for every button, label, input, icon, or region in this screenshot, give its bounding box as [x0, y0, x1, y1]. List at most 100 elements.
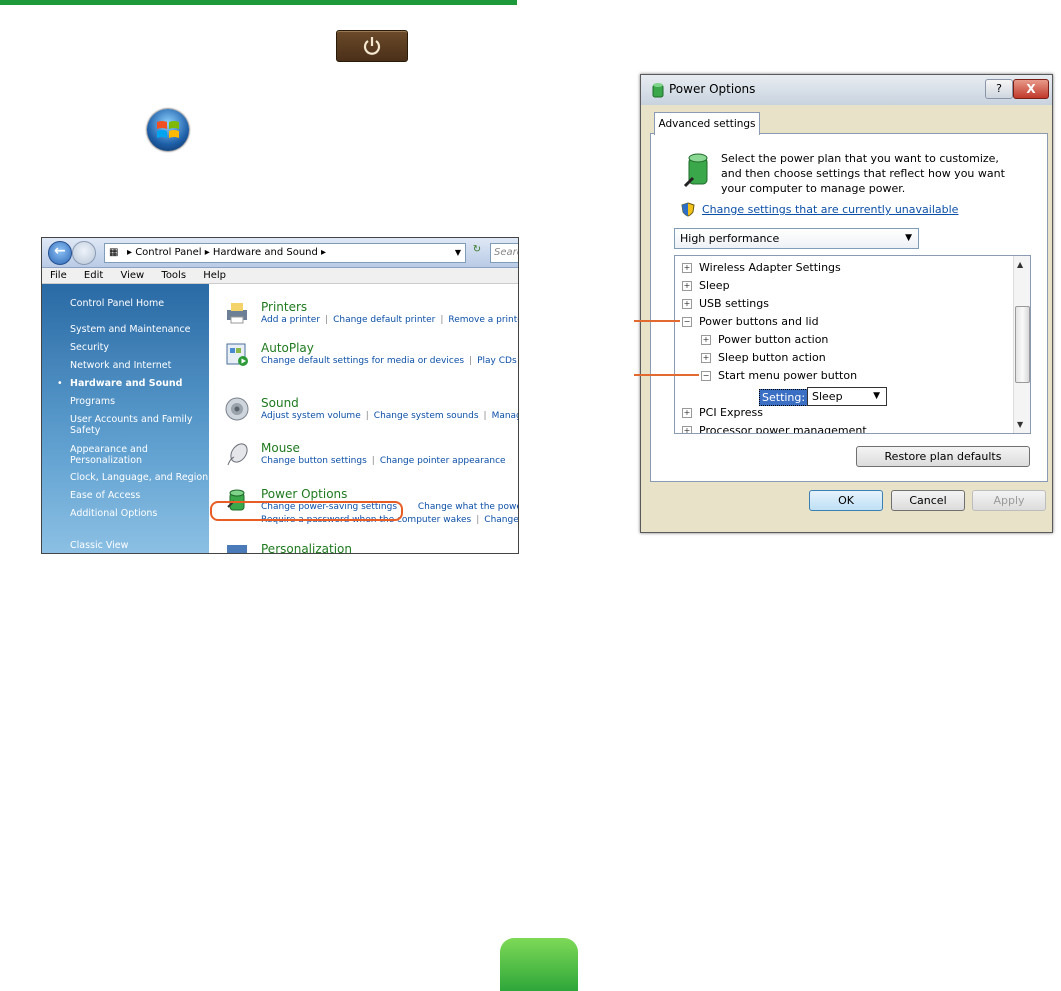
menu-help[interactable]: Help [203, 270, 226, 281]
advanced-settings-panel: Select the power plan that you want to c… [650, 133, 1048, 482]
restore-plan-defaults-button[interactable]: Restore plan defaults [856, 446, 1030, 467]
tree-item-power-buttons-lid[interactable]: − Power buttons and lid [682, 315, 819, 328]
change-default-printer-link[interactable]: Change default printer [333, 315, 435, 325]
chevron-down-icon: ▼ [905, 233, 912, 243]
tree-item-sleep[interactable]: + Sleep [682, 279, 730, 292]
tab-advanced-settings[interactable]: Advanced settings [654, 112, 760, 135]
expand-icon: + [701, 353, 711, 363]
intro-text: Select the power plan that you want to c… [721, 152, 1005, 195]
cancel-button[interactable]: Cancel [891, 490, 965, 511]
ok-button[interactable]: OK [809, 490, 883, 511]
sidebar-item-hardware[interactable]: Hardware and Sound [70, 378, 182, 389]
breadcrumb-hardware-sound[interactable]: Hardware and Sound [213, 247, 318, 258]
collapse-icon: − [701, 371, 711, 381]
scroll-down-icon: ▼ [1017, 420, 1024, 429]
autoplay-links: Change default settings for media or dev… [261, 356, 518, 366]
play-cds-link[interactable]: Play CDs or [477, 356, 518, 366]
settings-tree: + Wireless Adapter Settings + Sleep + USB s… [674, 255, 1031, 434]
expand-icon: + [701, 335, 711, 345]
close-button[interactable]: X [1013, 79, 1049, 99]
remove-printer-link[interactable]: Remove a printe [448, 315, 518, 325]
tree-item-start-menu-power-button[interactable]: − Start menu power button [701, 369, 857, 382]
mouse-title[interactable]: Mouse [261, 441, 300, 455]
help-button[interactable]: ? [985, 79, 1013, 99]
personalization-title[interactable]: Personalization [261, 542, 352, 553]
setting-select[interactable]: Sleep ▼ [807, 387, 887, 406]
highlight-outline [210, 501, 403, 521]
adjust-volume-link[interactable]: Adjust system volume [261, 411, 361, 421]
menu-bar: File Edit View Tools Help [42, 268, 518, 284]
power-icon [363, 37, 381, 55]
top-green-bar [0, 0, 517, 5]
power-plan-value: High performance [680, 232, 780, 245]
scroll-thumb[interactable] [1015, 306, 1030, 383]
power-options-title[interactable]: Power Options [261, 487, 347, 501]
mouse-icon [227, 443, 248, 466]
autoplay-defaults-link[interactable]: Change default settings for media or dev… [261, 356, 464, 366]
collapse-icon: − [682, 317, 692, 327]
sidebar-item-network[interactable]: Network and Internet [70, 360, 171, 371]
power-plan-select[interactable]: High performance ▼ [674, 228, 919, 249]
menu-edit[interactable]: Edit [84, 270, 103, 281]
sidebar-item-ease[interactable]: Ease of Access [70, 490, 140, 501]
selected-bullet: • [57, 378, 63, 389]
address-bar-area: ← ▦ ▸ Control Panel ▸ Hardware and Sound… [42, 238, 518, 268]
sidebar-item-additional[interactable]: Additional Options [70, 508, 157, 519]
sidebar-classic-view[interactable]: Classic View [70, 540, 128, 551]
battery-plug-icon [683, 153, 708, 188]
refresh-icon[interactable]: ↻ [468, 244, 486, 260]
sidebar-item-system[interactable]: System and Maintenance [70, 324, 191, 335]
breadcrumb-control-panel[interactable]: Control Panel [135, 247, 201, 258]
setting-label: Setting: [759, 389, 809, 406]
personalization-icon [227, 545, 247, 553]
expand-icon: + [682, 426, 692, 434]
sidebar: Control Panel Home System and Maintenanc… [42, 284, 209, 553]
printer-icon [227, 303, 247, 324]
back-button[interactable]: ← [48, 241, 72, 265]
search-input[interactable]: Search [490, 243, 518, 263]
tree-item-wireless[interactable]: + Wireless Adapter Settings [682, 261, 841, 274]
printers-title[interactable]: Printers [261, 300, 307, 314]
sidebar-item-programs[interactable]: Programs [70, 396, 115, 407]
tree-item-power-button-action[interactable]: + Power button action [701, 333, 828, 346]
sound-title[interactable]: Sound [261, 396, 299, 410]
tree-scrollbar[interactable]: ▲ ▼ [1013, 256, 1030, 433]
add-printer-link[interactable]: Add a printer [261, 315, 320, 325]
dialog-title: Power Options [669, 82, 756, 96]
pointer-appearance-link[interactable]: Change pointer appearance [380, 456, 506, 466]
uac-shield-icon [681, 202, 695, 217]
autoplay-title[interactable]: AutoPlay [261, 341, 314, 355]
chevron-down-icon[interactable]: ▼ [455, 244, 461, 262]
scroll-up-icon: ▲ [1017, 260, 1024, 269]
tree-item-usb[interactable]: + USB settings [682, 297, 769, 310]
tree-item-pci-express[interactable]: + PCI Express [682, 406, 763, 419]
menu-tools[interactable]: Tools [161, 270, 186, 281]
tree-item-processor[interactable]: + Processor power management [682, 424, 867, 434]
setting-value: Sleep [812, 390, 843, 403]
callout-line-1 [634, 320, 680, 322]
menu-file[interactable]: File [50, 270, 67, 281]
change-when-sleeps-link[interactable]: Change w [484, 515, 518, 525]
expand-icon: + [682, 263, 692, 273]
menu-view[interactable]: View [120, 270, 144, 281]
chevron-down-icon: ▼ [873, 391, 880, 401]
apply-button: Apply [972, 490, 1046, 511]
change-power-buttons-link[interactable]: Change what the power b [418, 502, 518, 512]
breadcrumb: ▸ Control Panel ▸ Hardware and Sound ▸ [127, 247, 327, 258]
button-settings-link[interactable]: Change button settings [261, 456, 367, 466]
address-box[interactable]: ▦ ▸ Control Panel ▸ Hardware and Sound ▸… [104, 243, 466, 263]
expand-icon: + [682, 408, 692, 418]
tree-item-sleep-button-action[interactable]: + Sleep button action [701, 351, 826, 364]
autoplay-icon [226, 343, 248, 366]
change-sounds-link[interactable]: Change system sounds [374, 411, 479, 421]
sidebar-home[interactable]: Control Panel Home [70, 298, 164, 309]
sidebar-item-security[interactable]: Security [70, 342, 109, 353]
sidebar-item-accounts[interactable]: User Accounts and Family Safety [70, 414, 195, 436]
sidebar-item-appearance[interactable]: Appearance and Personalization [70, 444, 180, 466]
forward-button[interactable] [72, 241, 96, 265]
manage-audio-link[interactable]: Manag [492, 411, 518, 421]
callout-line-2 [634, 374, 699, 376]
expand-icon: + [682, 299, 692, 309]
sidebar-item-clock[interactable]: Clock, Language, and Region [70, 472, 208, 483]
change-unavailable-settings-link[interactable]: Change settings that are currently unava… [702, 203, 958, 216]
